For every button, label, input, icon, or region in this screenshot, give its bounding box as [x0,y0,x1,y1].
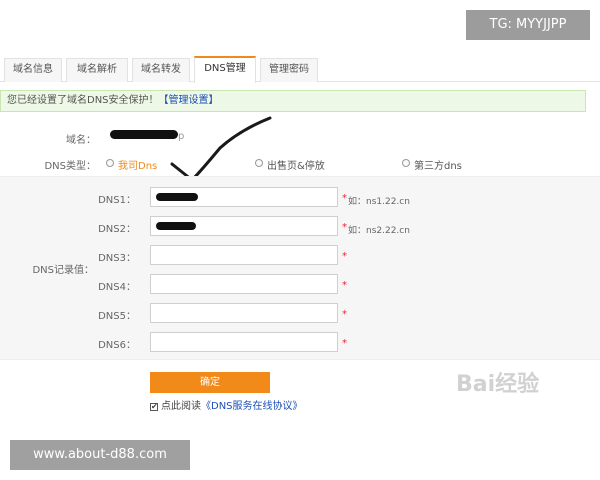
dns5-input[interactable] [150,303,338,323]
dns4-required: * [342,280,347,291]
dns2-hint: 如：ns2.22.cn [348,226,410,236]
domain-label: 域名： [66,135,96,146]
agreement-link[interactable]: 《DNS服务在线协议》 [201,401,303,412]
tab-domain-info[interactable]: 域名信息 [4,58,62,82]
dns6-input[interactable] [150,332,338,352]
agreement-row: ✔ 点此阅读《DNS服务在线协议》 [150,397,303,412]
agreement-text: 点此阅读 [161,401,201,412]
dns6-label: DNS6： [98,340,136,351]
tg-watermark: TG: MYYJJPP [466,10,590,40]
tab-domain-forward[interactable]: 域名转发 [132,58,190,82]
dns5-label: DNS5： [98,311,136,322]
tab-manage-password[interactable]: 管理密码 [260,58,318,82]
dns4-input[interactable] [150,274,338,294]
dns3-required: * [342,251,347,262]
dns3-label: DNS3： [98,253,136,264]
dns5-required: * [342,309,347,320]
dns3-input[interactable] [150,245,338,265]
dns1-required: * [342,193,347,204]
manage-settings-link[interactable]: 【管理设置】 [159,95,219,106]
tab-domain-resolve[interactable]: 域名解析 [66,58,128,82]
redacted-dns2 [156,222,196,230]
baidu-watermark: Bai经验 [456,372,540,397]
confirm-button[interactable]: 确定 [150,372,270,393]
radio-third-party[interactable] [402,159,410,167]
redacted-dns1 [156,193,198,201]
dns2-label: DNS2： [98,224,136,235]
site-watermark: www.about-d88.com [10,440,190,470]
dns1-hint: 如：ns1.22.cn [348,197,410,207]
dns-records-panel: DNS记录值： DNS1： * 如：ns1.22.cn DNS2： * 如：ns… [0,176,600,360]
radio-our-dns[interactable] [106,159,114,167]
radio-third-party-label: 第三方dns [414,161,462,172]
dns4-label: DNS4： [98,282,136,293]
notice-text: 您已经设置了域名DNS安全保护！ [7,95,159,106]
tab-bar: 域名信息 域名解析 域名转发 DNS管理 管理密码 [0,56,600,83]
dns-records-label: DNS记录值： [32,265,94,276]
dns1-label: DNS1： [98,195,136,206]
radio-our-dns-label: 我司Dns [118,161,158,172]
dns2-required: * [342,222,347,233]
dns6-required: * [342,338,347,349]
security-notice: 您已经设置了域名DNS安全保护！【管理设置】 [0,90,586,112]
dns-type-label: DNS类型： [44,161,96,172]
tab-dns-management[interactable]: DNS管理 [194,56,256,83]
agreement-checkbox[interactable]: ✔ [150,403,158,411]
